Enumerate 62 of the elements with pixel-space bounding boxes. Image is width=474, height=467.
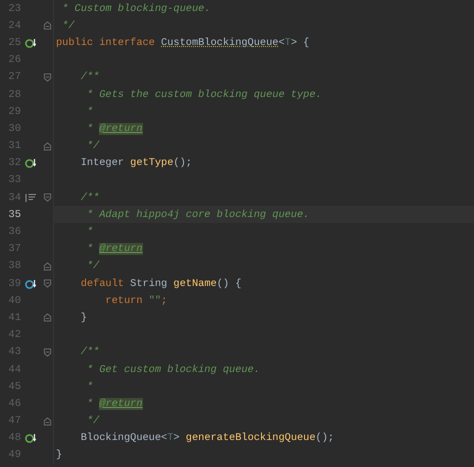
code-line: * Custom blocking-queue. <box>61 2 210 15</box>
code-line: public interface CustomBlockingQueue<T> { <box>56 36 310 49</box>
code-line: } <box>80 312 87 324</box>
implementation-marker-icon[interactable] <box>25 36 37 49</box>
line-number: 41 <box>7 312 21 324</box>
line-number: 46 <box>7 398 21 410</box>
code-line: /** <box>80 71 100 84</box>
line-number: 35 <box>7 208 21 221</box>
line-number: 37 <box>7 243 21 256</box>
line-number: 34 <box>7 192 21 204</box>
code-line: * Adapt hippo4j core blocking queue. <box>86 208 310 221</box>
line-number: 36 <box>7 226 21 238</box>
line-number: 49 <box>7 449 21 462</box>
line-number: 32 <box>7 157 21 170</box>
line-number: 42 <box>7 329 21 342</box>
line-number: 33 <box>7 174 21 186</box>
code-line: * Gets the custom blocking queue type. <box>86 88 322 101</box>
fold-end-icon[interactable] <box>42 313 52 322</box>
line-number: 39 <box>7 278 21 290</box>
line-number: 26 <box>7 54 21 66</box>
line-number: 40 <box>7 294 21 307</box>
fold-end-icon[interactable] <box>42 142 52 151</box>
line-number: 44 <box>7 364 21 376</box>
line-number: 47 <box>7 415 21 428</box>
line-number: 45 <box>7 380 21 393</box>
line-number: 31 <box>7 140 21 152</box>
line-number: 23 <box>7 2 21 15</box>
fold-icon[interactable] <box>42 72 52 82</box>
code-line: */ <box>86 140 100 152</box>
fold-icon[interactable] <box>42 193 52 202</box>
code-line: */ <box>61 20 75 32</box>
code-line: /** <box>80 192 100 204</box>
lines-icon[interactable] <box>25 192 37 204</box>
fold-end-icon[interactable] <box>42 262 52 271</box>
code-line: } <box>56 449 62 462</box>
line-number: 25 <box>7 36 21 49</box>
fold-end-icon[interactable] <box>42 21 52 30</box>
code-line: default String getName() { <box>80 278 242 290</box>
code-line: /** <box>80 346 100 358</box>
line-number: 27 <box>7 71 21 84</box>
implementation-marker-icon[interactable] <box>25 432 37 444</box>
line-number: 30 <box>7 122 21 135</box>
code-line: BlockingQueue<T> generateBlockingQueue(); <box>80 432 334 444</box>
line-number: 38 <box>7 260 21 272</box>
code-line: return ""; <box>104 294 168 307</box>
code-line: * <box>86 226 94 238</box>
code-line: */ <box>86 415 100 428</box>
fold-icon[interactable] <box>42 348 52 357</box>
code-line: Integer getType(); <box>80 157 192 170</box>
fold-end-icon[interactable] <box>42 416 52 426</box>
line-number: 24 <box>7 20 21 32</box>
line-number: 29 <box>7 106 21 118</box>
line-number: 48 <box>7 432 21 444</box>
code-line: * Get custom blocking queue. <box>86 364 260 376</box>
code-line: */ <box>86 260 100 272</box>
line-number: 43 <box>7 346 21 358</box>
implementation-marker-icon[interactable] <box>25 157 37 170</box>
fold-icon[interactable] <box>42 279 52 288</box>
code-line: * <box>86 106 94 118</box>
override-marker-icon[interactable] <box>25 278 37 290</box>
code-line: * <box>86 380 94 393</box>
line-number: 28 <box>7 88 21 101</box>
